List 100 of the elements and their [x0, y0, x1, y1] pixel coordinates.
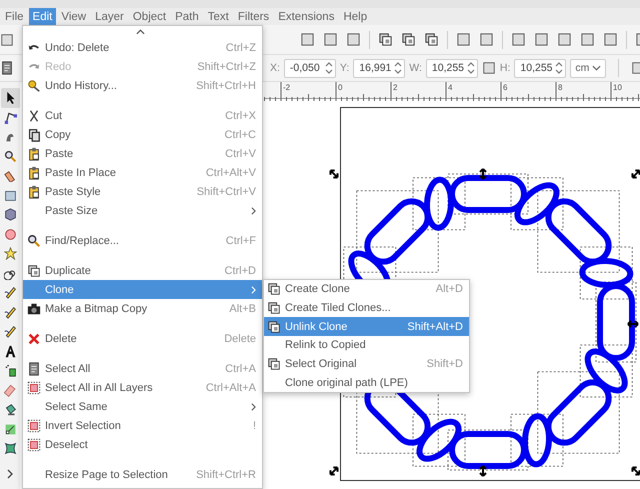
- scale-handle-icon[interactable]: [329, 169, 339, 179]
- scale-handle-icon[interactable]: [479, 168, 487, 180]
- clone-icon: [267, 282, 281, 296]
- shortcut-label: Shift+D: [426, 358, 463, 370]
- menu-title[interactable]: Help: [339, 8, 372, 25]
- spin-arrows-icon[interactable]: [324, 61, 333, 75]
- bucket-icon: [4, 403, 16, 416]
- rectangle-icon: [4, 188, 16, 202]
- menu-item[interactable]: Duplicate Ctrl+D: [23, 261, 262, 280]
- menu-item[interactable]: Clone original path (LPE): [264, 373, 469, 392]
- star-icon: [4, 247, 16, 260]
- unit-dropdown[interactable]: cm: [570, 58, 606, 78]
- shortcut-label: Ctrl+C: [224, 128, 256, 140]
- spin-arrows-icon[interactable]: [394, 61, 402, 75]
- scale-handle-icon[interactable]: [631, 466, 640, 476]
- shortcut-label: !: [252, 420, 256, 432]
- menu-title[interactable]: File: [1, 8, 28, 25]
- pen-icon: [4, 306, 16, 319]
- clipboard-icon: [27, 184, 41, 198]
- scale-handle-icon[interactable]: [631, 169, 640, 179]
- cube-icon: [4, 208, 16, 222]
- document-icon: [27, 362, 41, 376]
- cross-icon: [27, 332, 41, 346]
- menu-title[interactable]: Layer: [91, 8, 128, 25]
- number-field[interactable]: 10,255: [426, 58, 478, 78]
- selection-icon: [27, 418, 41, 432]
- shortcut-label: Alt+D: [436, 283, 463, 296]
- menu-item[interactable]: Paste In Place Ctrl+Alt+V: [23, 163, 262, 182]
- ruler-label: -2: [283, 83, 290, 92]
- shortcut-label: Shift+Ctrl+V: [196, 186, 256, 198]
- shortcut-label: Ctrl+Alt+A: [206, 382, 256, 394]
- menu-item[interactable]: Undo History... Shift+Ctrl+H: [23, 76, 262, 95]
- shortcut-label: Shift+Ctrl+H: [196, 80, 256, 92]
- zoom-icon: [4, 150, 16, 163]
- calligraphy-icon: [4, 325, 16, 338]
- field-label: H:: [500, 62, 510, 74]
- field-label: Y:: [340, 62, 350, 74]
- duplicate-icon: [27, 264, 41, 278]
- ruler-label: 8: [558, 83, 562, 92]
- camera-icon: [27, 302, 41, 316]
- mesh-icon: [4, 442, 16, 456]
- menu-item[interactable]: Select All Ctrl+A: [23, 359, 262, 378]
- menu-item[interactable]: Select Original Shift+D: [264, 354, 469, 374]
- menu-item[interactable]: Paste Style Shift+Ctrl+V: [23, 182, 262, 201]
- menu-item[interactable]: Paste Ctrl+V: [23, 144, 262, 163]
- ruler-label: 10: [613, 83, 622, 92]
- number-field[interactable]: 16,991: [353, 58, 406, 78]
- scale-handle-icon[interactable]: [479, 465, 487, 477]
- menu-item[interactable]: Delete Delete: [23, 329, 262, 348]
- ruler-label: 6: [503, 83, 508, 92]
- scale-handle-icon[interactable]: [627, 320, 639, 328]
- menu-item[interactable]: Copy Ctrl+C: [23, 125, 262, 144]
- ruler-label: 2: [393, 83, 398, 92]
- clone-icon: [267, 301, 281, 316]
- document-icon[interactable]: [0, 61, 14, 75]
- menu-item[interactable]: Make a Bitmap Copy Alt+B: [23, 299, 262, 318]
- chevron-right-icon[interactable]: [7, 468, 13, 478]
- menu-item[interactable]: Create Tiled Clones...: [264, 298, 469, 318]
- shortcut-label: Shift+Ctrl+R: [196, 468, 256, 480]
- menu-item[interactable]: Relink to Copied: [264, 336, 469, 355]
- shortcut-label: Alt+B: [229, 302, 256, 314]
- menu-item[interactable]: Select Same: [23, 397, 262, 416]
- spray-icon: [4, 364, 16, 378]
- clone-icon[interactable]: [424, 32, 439, 47]
- menu-item[interactable]: Deselect: [23, 435, 262, 454]
- menu-item[interactable]: Create Clone Alt+D: [264, 280, 469, 299]
- menu-title[interactable]: Path: [171, 8, 203, 25]
- menu-title[interactable]: Extensions: [274, 8, 338, 25]
- pencil-icon: [4, 286, 16, 300]
- menu-title[interactable]: View: [57, 8, 90, 25]
- number-field[interactable]: 10,255: [514, 58, 566, 78]
- caret-icon: [592, 65, 602, 71]
- menu-item[interactable]: Select All in All Layers Ctrl+Alt+A: [23, 378, 262, 397]
- selection-icon: [27, 438, 41, 452]
- menu-item[interactable]: Invert Selection !: [23, 416, 262, 435]
- shortcut-label: Shift+Alt+D: [407, 320, 463, 333]
- shortcut-label: Ctrl+V: [225, 148, 256, 160]
- scroll-up-icon[interactable]: [136, 29, 145, 35]
- spin-arrows-icon[interactable]: [555, 61, 564, 75]
- node-icon: [4, 110, 16, 124]
- spin-arrows-icon[interactable]: [466, 61, 475, 75]
- menu-item[interactable]: Resize Page to Selection Shift+Ctrl+R: [23, 465, 262, 484]
- tool-button[interactable]: [0, 88, 20, 108]
- scale-handle-icon[interactable]: [329, 466, 339, 476]
- field-label: X:: [270, 62, 280, 74]
- menu-item[interactable]: Undo: Delete Ctrl+Z: [23, 38, 262, 57]
- clone-icon: [267, 320, 281, 334]
- menu-item[interactable]: Cut Ctrl+X: [23, 106, 262, 125]
- clone-icon[interactable]: [401, 32, 416, 47]
- menu-item[interactable]: Paste Size: [23, 201, 262, 220]
- menu-item[interactable]: Find/Replace... Ctrl+F: [23, 231, 262, 250]
- duplicate-icon[interactable]: [378, 32, 393, 47]
- menu-title[interactable]: Filters: [234, 8, 274, 25]
- number-field[interactable]: -0,050: [284, 58, 336, 78]
- selection-icon: [27, 380, 41, 394]
- shortcut-label: Ctrl+X: [225, 110, 256, 122]
- field-label: W:: [409, 62, 422, 74]
- ruler-label: 0: [338, 83, 342, 92]
- menu-title[interactable]: Object: [128, 8, 170, 25]
- menu-title[interactable]: Text: [204, 8, 233, 25]
